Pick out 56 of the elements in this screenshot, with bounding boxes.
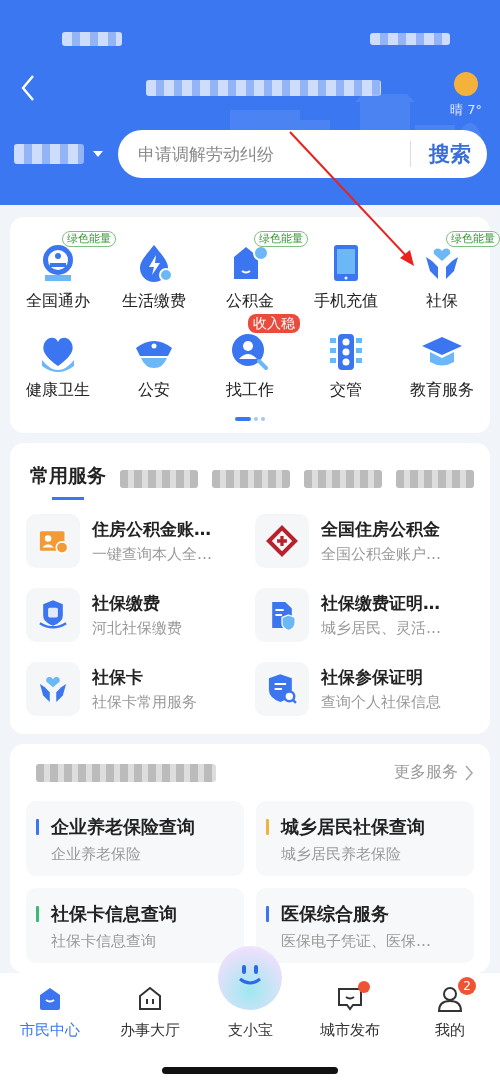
count-badge: 2 xyxy=(458,977,476,995)
icon-tile[interactable] xyxy=(26,588,80,642)
service-tile[interactable]: 医保综合服务 医保电子凭证、医保… xyxy=(256,888,474,963)
service-tile[interactable]: 城乡居民社保查询 城乡居民养老保险 xyxy=(256,801,474,876)
dropdown-caret-icon xyxy=(92,150,104,158)
service-subtitle: 一键查询本人全… xyxy=(92,545,212,564)
badge: 绿色能量 xyxy=(254,231,308,247)
service-title[interactable]: 社保参保证明 xyxy=(321,666,441,689)
chevron-right-icon xyxy=(464,764,474,781)
diamond-logo-icon xyxy=(264,523,300,559)
service-label[interactable]: 健康卫生 xyxy=(26,380,90,401)
service-subtitle: 查询个人社保信息 xyxy=(321,693,441,712)
service-label[interactable]: 找工作 xyxy=(226,380,274,401)
tab[interactable]: 常用服务 xyxy=(30,457,106,500)
badge: 收入稳 xyxy=(248,314,300,333)
sun-icon xyxy=(453,71,480,97)
back-icon[interactable] xyxy=(20,74,36,102)
service-label[interactable]: 社保 xyxy=(426,291,458,312)
icon-tile[interactable] xyxy=(255,514,309,568)
redacted-text xyxy=(62,32,122,46)
person-icon xyxy=(436,985,464,1013)
badge: 绿色能量 xyxy=(62,231,116,247)
service-subtitle: 全国公积金账户… xyxy=(321,545,441,564)
service-tile[interactable]: 企业养老保险查询 企业养老保险 xyxy=(26,801,244,876)
service-label[interactable]: 手机充值 xyxy=(314,291,378,312)
icon-tile[interactable] xyxy=(26,514,80,568)
tab-bar-item[interactable]: 城市发布 xyxy=(300,973,400,1040)
service-subtitle: 社保卡常用服务 xyxy=(92,693,197,712)
service-subtitle: 河北社保缴费 xyxy=(92,619,182,638)
service-title[interactable]: 住房公积金账… xyxy=(92,518,212,541)
chat-bubble-icon xyxy=(336,985,364,1013)
weather-text: 晴 7° xyxy=(450,101,482,119)
icon-tile[interactable] xyxy=(255,662,309,716)
service-label[interactable]: 生活缴费 xyxy=(122,291,186,312)
service-subtitle: 城乡居民、灵活… xyxy=(321,619,441,638)
building-icon xyxy=(136,985,164,1013)
search-field[interactable]: 申请调解劳动纠纷 搜索 xyxy=(118,130,487,178)
icon-tile[interactable] xyxy=(26,662,80,716)
service-title[interactable]: 社保缴费证明… xyxy=(321,592,441,615)
service-label[interactable]: 教育服务 xyxy=(410,380,474,401)
service-label[interactable]: 公积金 xyxy=(226,291,274,312)
service-label[interactable]: 交管 xyxy=(330,380,362,401)
badge: 绿色能量 xyxy=(446,231,500,247)
tab-bar-item[interactable]: 支小宝 xyxy=(200,1021,300,1040)
tab-bar-item[interactable]: 2 我的 xyxy=(400,973,500,1040)
service-title[interactable]: 社保卡 xyxy=(92,666,197,689)
service-tile[interactable]: 社保卡信息查询 社保卡信息查询 xyxy=(26,888,244,963)
service-label[interactable]: 全国通办 xyxy=(26,291,90,312)
tab-bar-item[interactable]: 办事大厅 xyxy=(100,973,200,1040)
service-title[interactable]: 社保缴费 xyxy=(92,592,182,615)
service-title[interactable]: 全国住房公积金 xyxy=(321,518,441,541)
tab-bar-item[interactable]: 市民中心 xyxy=(0,973,100,1040)
icon-tile[interactable] xyxy=(255,588,309,642)
search-button[interactable]: 搜索 xyxy=(425,140,475,168)
service-label[interactable]: 公安 xyxy=(138,380,170,401)
location-selector[interactable] xyxy=(14,144,104,164)
